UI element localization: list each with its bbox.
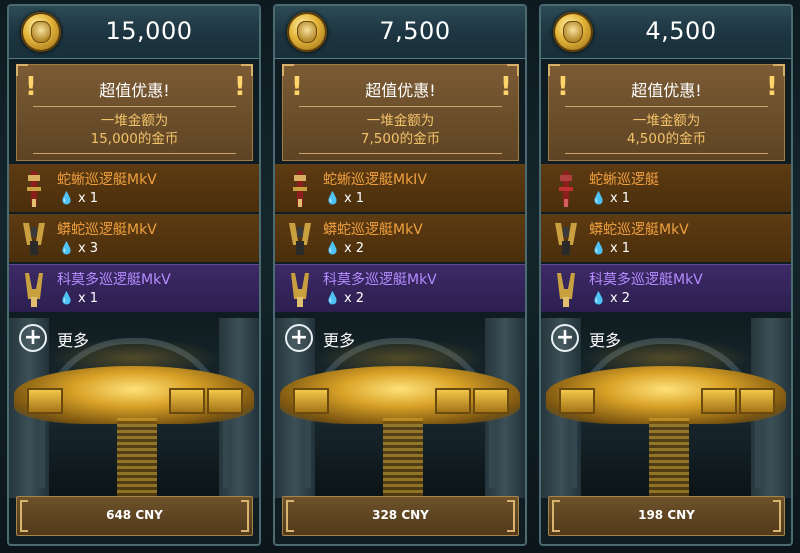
item-quantity: 💧 x 1 <box>59 291 98 306</box>
item-name: 蟒蛇巡逻艇MkV <box>323 222 423 238</box>
reward-item: 科莫多巡逻艇MkV 💧 x 1 <box>9 264 259 312</box>
droplet-icon: 💧 <box>59 291 74 305</box>
card-header: 7,500 <box>275 6 525 59</box>
reward-item: 科莫多巡逻艇MkV 💧 x 2 <box>541 264 791 312</box>
offer-card[interactable]: 4,500 ! ! 超值优惠! 一堆金额为 4,500的金币 蛇蜥巡逻艇 💧 x … <box>539 4 793 546</box>
droplet-icon: 💧 <box>59 241 74 255</box>
quantity-value: x 1 <box>609 241 631 256</box>
divider <box>299 106 502 107</box>
offer-card[interactable]: 7,500 ! ! 超值优惠! 一堆金额为 7,500的金币 蛇蜥巡逻艇MkIV… <box>273 4 527 546</box>
quantity-value: x 1 <box>77 191 99 206</box>
item-quantity: 💧 x 2 <box>325 241 364 256</box>
quantity-value: x 2 <box>343 291 365 306</box>
ship-icon <box>25 273 43 307</box>
offer-title: 超值优惠! <box>365 81 436 100</box>
price-label: 198 CNY <box>638 508 695 522</box>
item-name: 蛇蜥巡逻艇MkV <box>57 172 157 188</box>
item-quantity: 💧 x 1 <box>591 191 630 206</box>
item-name: 蛇蜥巡逻艇 <box>589 172 659 188</box>
offer-card[interactable]: 15,000 ! ! 超值优惠! 一堆金额为 15,000的金币 蛇蜥巡逻艇Mk… <box>7 4 261 546</box>
plus-circle-icon[interactable]: + <box>285 324 313 352</box>
reward-item: 蛇蜥巡逻艇 💧 x 1 <box>541 164 791 212</box>
coin-amount: 15,000 <box>105 17 193 45</box>
reward-item: 科莫多巡逻艇MkV 💧 x 2 <box>275 264 525 312</box>
card-header: 15,000 <box>9 6 259 59</box>
ship-icon <box>293 171 307 207</box>
offer-box: ! ! 超值优惠! 一堆金额为 15,000的金币 <box>16 64 253 161</box>
more-label: 更多 <box>323 331 356 350</box>
droplet-icon: 💧 <box>325 241 340 255</box>
quantity-value: x 2 <box>609 291 631 306</box>
coin-amount: 4,500 <box>645 17 717 45</box>
item-name: 科莫多巡逻艇MkV <box>323 272 437 288</box>
reward-item: 蟒蛇巡逻艇MkV 💧 x 3 <box>9 214 259 262</box>
reward-item: 蟒蛇巡逻艇MkV 💧 x 2 <box>275 214 525 262</box>
offer-desc-line: 一堆金额为 <box>632 113 701 129</box>
item-name: 蛇蜥巡逻艇MkIV <box>323 172 427 188</box>
item-name: 科莫多巡逻艇MkV <box>57 272 171 288</box>
item-quantity: 💧 x 2 <box>591 291 630 306</box>
item-quantity: 💧 x 3 <box>59 241 98 256</box>
ship-icon <box>559 171 573 207</box>
plus-circle-icon[interactable]: + <box>551 324 579 352</box>
offer-description: 一堆金额为 4,500的金币 <box>549 112 784 148</box>
quantity-value: x 1 <box>77 291 99 306</box>
item-name: 蟒蛇巡逻艇MkV <box>57 222 157 238</box>
ship-icon <box>289 223 311 255</box>
offer-box: ! ! 超值优惠! 一堆金额为 4,500的金币 <box>548 64 785 161</box>
ship-icon <box>555 223 577 255</box>
coin-vault-image <box>275 318 525 498</box>
droplet-icon: 💧 <box>325 191 340 205</box>
item-quantity: 💧 x 2 <box>325 291 364 306</box>
offer-title: 超值优惠! <box>99 81 170 100</box>
item-name: 蟒蛇巡逻艇MkV <box>589 222 689 238</box>
divider <box>33 106 236 107</box>
coin-amount: 7,500 <box>379 17 451 45</box>
droplet-icon: 💧 <box>591 191 606 205</box>
ship-icon <box>557 273 575 307</box>
price-label: 648 CNY <box>106 508 163 522</box>
divider <box>33 153 236 154</box>
reward-item: 蟒蛇巡逻艇MkV 💧 x 1 <box>541 214 791 262</box>
more-label: 更多 <box>589 331 622 350</box>
reward-item: 蛇蜥巡逻艇MkV 💧 x 1 <box>9 164 259 212</box>
quantity-value: x 2 <box>343 241 365 256</box>
offer-desc-line: 一堆金额为 <box>100 113 169 129</box>
quantity-value: x 1 <box>609 191 631 206</box>
offer-description: 一堆金额为 15,000的金币 <box>17 112 252 148</box>
price-label: 328 CNY <box>372 508 429 522</box>
divider <box>565 106 768 107</box>
ship-icon <box>291 273 309 307</box>
buy-button[interactable]: 328 CNY <box>282 496 519 536</box>
reward-item: 蛇蜥巡逻艇MkIV 💧 x 1 <box>275 164 525 212</box>
offer-desc-line: 4,500的金币 <box>626 131 707 147</box>
offer-desc-line: 一堆金额为 <box>366 113 435 129</box>
offer-desc-line: 7,500的金币 <box>360 131 441 147</box>
droplet-icon: 💧 <box>591 241 606 255</box>
divider <box>299 153 502 154</box>
droplet-icon: 💧 <box>59 191 74 205</box>
ship-icon <box>27 171 41 207</box>
item-quantity: 💧 x 1 <box>325 191 364 206</box>
card-header: 4,500 <box>541 6 791 59</box>
ship-icon <box>23 223 45 255</box>
item-quantity: 💧 x 1 <box>59 191 98 206</box>
offer-description: 一堆金额为 7,500的金币 <box>283 112 518 148</box>
droplet-icon: 💧 <box>325 291 340 305</box>
buy-button[interactable]: 198 CNY <box>548 496 785 536</box>
quantity-value: x 3 <box>77 241 99 256</box>
quantity-value: x 1 <box>343 191 365 206</box>
coin-vault-image <box>9 318 259 498</box>
item-name: 科莫多巡逻艇MkV <box>589 272 703 288</box>
plus-circle-icon[interactable]: + <box>19 324 47 352</box>
coin-vault-image <box>541 318 791 498</box>
offer-box: ! ! 超值优惠! 一堆金额为 7,500的金币 <box>282 64 519 161</box>
item-quantity: 💧 x 1 <box>591 241 630 256</box>
buy-button[interactable]: 648 CNY <box>16 496 253 536</box>
more-label: 更多 <box>57 331 90 350</box>
droplet-icon: 💧 <box>591 291 606 305</box>
divider <box>565 153 768 154</box>
offer-title: 超值优惠! <box>631 81 702 100</box>
offer-desc-line: 15,000的金币 <box>90 131 179 147</box>
